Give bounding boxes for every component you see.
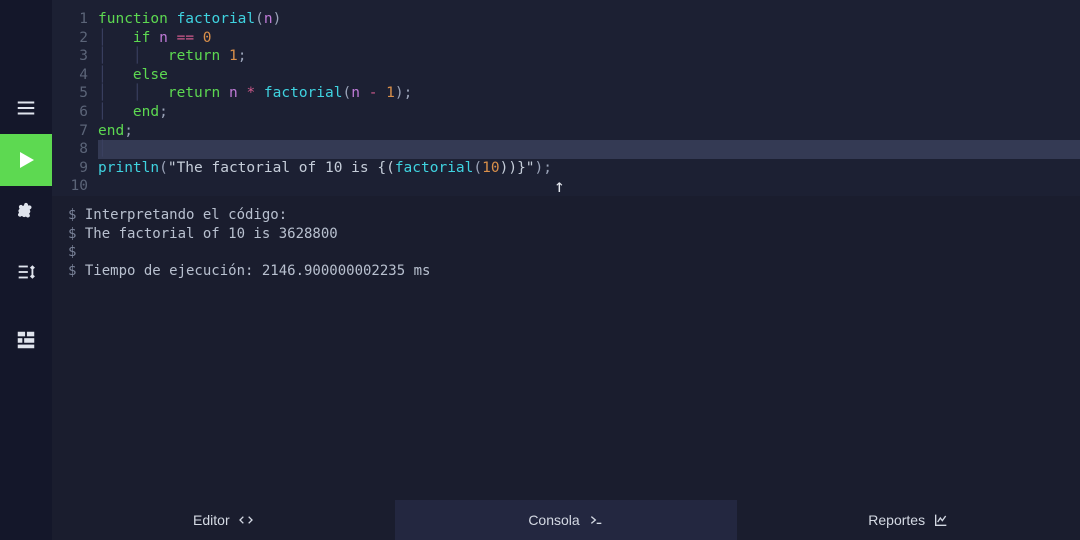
line-number: 5 bbox=[52, 84, 88, 103]
console-line: $ Interpretando el código: bbox=[52, 206, 1080, 225]
grid-icon bbox=[15, 329, 37, 351]
chart-icon bbox=[933, 512, 949, 528]
line-number: 3 bbox=[52, 47, 88, 66]
code-line[interactable]: │ │ return n * factorial(n - 1); bbox=[98, 84, 1080, 103]
main-area: 1 2 3 4 5 6 7 8 9 10 function factorial(… bbox=[52, 0, 1080, 540]
tab-label: Reportes bbox=[868, 512, 925, 528]
tab-label: Editor bbox=[193, 512, 230, 528]
line-number: 4 bbox=[52, 66, 88, 85]
code-body[interactable]: function factorial(n) │ if n == 0 │ │ re… bbox=[98, 10, 1080, 196]
sidebar bbox=[0, 0, 52, 540]
list-arrows-icon bbox=[15, 261, 37, 283]
code-line-current[interactable]: │ bbox=[98, 140, 1080, 159]
play-icon bbox=[14, 148, 38, 172]
menu-button[interactable] bbox=[0, 82, 52, 134]
code-line[interactable]: end; bbox=[98, 122, 1080, 141]
code-line[interactable]: function factorial(n) bbox=[98, 10, 1080, 29]
line-number: 2 bbox=[52, 29, 88, 48]
grid-button[interactable] bbox=[0, 314, 52, 366]
tab-editor[interactable]: Editor bbox=[52, 500, 395, 540]
line-number: 9 bbox=[52, 159, 88, 178]
line-number: 6 bbox=[52, 103, 88, 122]
console-panel[interactable]: $ Interpretando el código: $ The factori… bbox=[52, 196, 1080, 500]
settings-button[interactable] bbox=[0, 186, 52, 238]
code-line[interactable] bbox=[98, 177, 1080, 196]
line-number: 8 bbox=[52, 140, 88, 159]
gear-flower-icon bbox=[15, 201, 37, 223]
terminal-icon bbox=[588, 512, 604, 528]
tab-reportes[interactable]: Reportes bbox=[737, 500, 1080, 540]
console-line: $ The factorial of 10 is 3628800 bbox=[52, 225, 1080, 244]
line-number: 7 bbox=[52, 122, 88, 141]
menu-icon bbox=[15, 97, 37, 119]
code-editor[interactable]: 1 2 3 4 5 6 7 8 9 10 function factorial(… bbox=[52, 0, 1080, 196]
line-gutter: 1 2 3 4 5 6 7 8 9 10 bbox=[52, 10, 98, 196]
code-line[interactable]: │ else bbox=[98, 66, 1080, 85]
console-line: $ bbox=[52, 243, 1080, 262]
line-number: 1 bbox=[52, 10, 88, 29]
steps-button[interactable] bbox=[0, 246, 52, 298]
bottom-tabs: Editor Consola Reportes bbox=[52, 500, 1080, 540]
tab-consola[interactable]: Consola bbox=[395, 500, 738, 540]
run-button[interactable] bbox=[0, 134, 52, 186]
code-line[interactable]: │ end; bbox=[98, 103, 1080, 122]
tab-label: Consola bbox=[528, 512, 579, 528]
line-number: 10 bbox=[52, 177, 88, 196]
console-line: $ Tiempo de ejecución: 2146.900000002235… bbox=[52, 262, 1080, 281]
code-line[interactable]: println("The factorial of 10 is {(factor… bbox=[98, 159, 1080, 178]
code-icon bbox=[238, 512, 254, 528]
code-line[interactable]: │ │ return 1; bbox=[98, 47, 1080, 66]
code-line[interactable]: │ if n == 0 bbox=[98, 29, 1080, 48]
